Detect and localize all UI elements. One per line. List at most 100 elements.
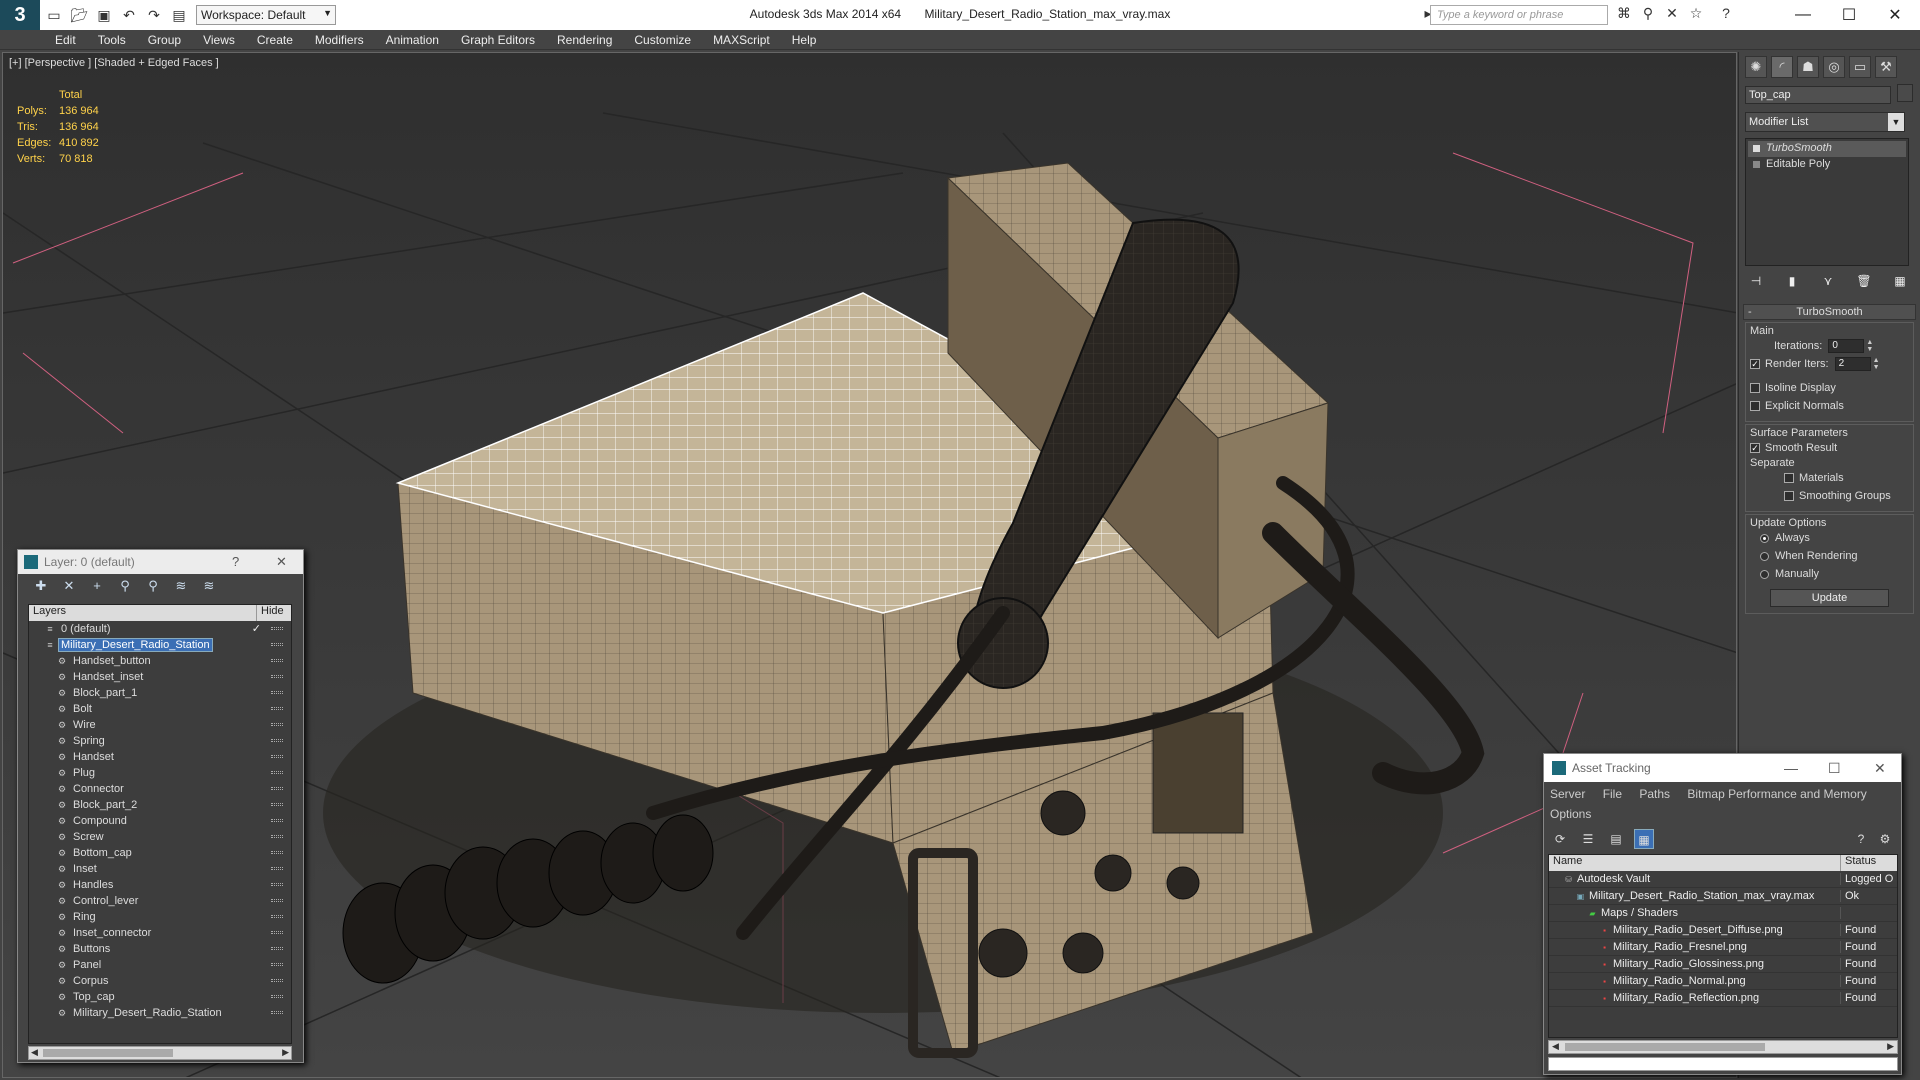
pin-stack-icon[interactable]: ⊣ (1747, 274, 1765, 292)
object-name-input[interactable]: Top_cap (1745, 86, 1891, 104)
list-view-icon[interactable]: ☰ (1578, 829, 1598, 849)
hide-column-header[interactable]: Hide (257, 605, 291, 621)
menu-graph-editors[interactable]: Graph Editors (461, 33, 535, 47)
help-icon[interactable]: ? (1716, 5, 1736, 25)
workspace-select[interactable]: Workspace: Default ▼ (196, 5, 336, 25)
asset-menu-options[interactable]: Options (1550, 807, 1591, 821)
hide-toggle[interactable] (271, 899, 283, 902)
asset-menu-paths[interactable]: Paths (1639, 787, 1670, 801)
search-input[interactable]: Type a keyword or phrase (1430, 5, 1608, 25)
hide-toggle[interactable] (271, 867, 283, 870)
asset-row[interactable]: ⛁ Autodesk Vault Logged O (1549, 871, 1897, 888)
current-layer-check-icon[interactable]: ✓ (252, 622, 261, 635)
menu-rendering[interactable]: Rendering (557, 33, 612, 47)
materials-checkbox[interactable] (1784, 473, 1794, 483)
layer-object-row[interactable]: ⚙ Top_cap (29, 989, 291, 1005)
delete-layer-icon[interactable]: ✕ (60, 578, 78, 596)
layer-object-row[interactable]: ⚙ Connector (29, 781, 291, 797)
utilities-tab-icon[interactable]: ⚒ (1875, 56, 1897, 78)
minimize-icon[interactable]: — (1784, 760, 1798, 776)
expand-icon[interactable] (1753, 161, 1760, 168)
isoline-checkbox[interactable] (1750, 383, 1760, 393)
scroll-right-icon[interactable]: ▶ (1887, 1041, 1894, 1052)
undo-icon[interactable]: ↶ (118, 4, 140, 26)
hide-toggle[interactable] (271, 947, 283, 950)
hide-all-icon[interactable]: ≋ (172, 578, 190, 596)
layer-row[interactable]: ≡ 0 (default) ✓ (29, 621, 291, 637)
turbosmooth-rollout-header[interactable]: - TurboSmooth (1743, 304, 1916, 320)
motion-tab-icon[interactable]: ◎ (1823, 56, 1845, 78)
hide-toggle[interactable] (271, 883, 283, 886)
hide-toggle[interactable] (271, 1011, 283, 1014)
close-icon[interactable]: ✕ (276, 554, 287, 570)
always-radio[interactable] (1760, 533, 1769, 543)
menu-help[interactable]: Help (792, 33, 817, 47)
hide-toggle[interactable] (271, 771, 283, 774)
hide-toggle[interactable] (271, 643, 283, 646)
hide-toggle[interactable] (271, 835, 283, 838)
name-column-header[interactable]: Name (1549, 855, 1841, 871)
asset-row[interactable]: ▪ Military_Radio_Reflection.png Found (1549, 990, 1897, 1007)
stack-item-turbosmooth[interactable]: TurboSmooth (1748, 141, 1906, 157)
asset-row[interactable]: ▪ Military_Radio_Normal.png Found (1549, 973, 1897, 990)
hide-toggle[interactable] (271, 723, 283, 726)
close-button[interactable]: ✕ (1872, 0, 1918, 30)
layer-object-row[interactable]: ⚙ Block_part_1 (29, 685, 291, 701)
hide-toggle[interactable] (271, 803, 283, 806)
layer-object-row[interactable]: ⚙ Inset (29, 861, 291, 877)
update-button[interactable]: Update (1770, 589, 1889, 607)
select-objects-icon[interactable]: ⚲ (116, 578, 134, 596)
hide-toggle[interactable] (271, 915, 283, 918)
layer-object-row[interactable]: ⚙ Plug (29, 765, 291, 781)
hide-toggle[interactable] (271, 851, 283, 854)
hide-toggle[interactable] (271, 739, 283, 742)
asset-row[interactable]: ▪ Military_Radio_Desert_Diffuse.png Found (1549, 922, 1897, 939)
scroll-left-icon[interactable]: ◀ (1552, 1041, 1559, 1052)
open-file-icon[interactable]: 📂︎ (68, 4, 90, 26)
scroll-right-icon[interactable]: ▶ (282, 1047, 289, 1058)
hide-toggle[interactable] (271, 963, 283, 966)
layer-dialog-titlebar[interactable]: Layer: 0 (default) ? ✕ (18, 550, 303, 574)
status-column-header[interactable]: Status (1841, 855, 1897, 871)
layer-object-row[interactable]: ⚙ Panel (29, 957, 291, 973)
layer-object-row[interactable]: ⚙ Handles (29, 877, 291, 893)
layer-object-row[interactable]: ⚙ Compound (29, 813, 291, 829)
hide-toggle[interactable] (271, 627, 283, 630)
help-icon[interactable]: ? (232, 554, 239, 569)
help-icon[interactable]: ? (1851, 829, 1871, 849)
menu-group[interactable]: Group (148, 33, 181, 47)
asset-row[interactable]: ▪ Military_Radio_Glossiness.png Found (1549, 956, 1897, 973)
refresh-icon[interactable]: ⟳ (1550, 829, 1570, 849)
show-end-result-icon[interactable]: ▮ (1783, 274, 1801, 292)
close-icon[interactable]: ✕ (1874, 760, 1886, 777)
hide-toggle[interactable] (271, 707, 283, 710)
highlight-layer-icon[interactable]: ⚲ (144, 578, 162, 596)
layer-object-row[interactable]: ⚙ Bolt (29, 701, 291, 717)
hide-toggle[interactable] (271, 787, 283, 790)
layer-object-row[interactable]: ⚙ Ring (29, 909, 291, 925)
asset-menu-server[interactable]: Server (1550, 787, 1585, 801)
make-unique-icon[interactable]: ⋎ (1819, 274, 1837, 292)
layer-object-row[interactable]: ⚙ Handset_button (29, 653, 291, 669)
maximize-button[interactable]: ☐ (1826, 0, 1872, 30)
freeze-all-icon[interactable]: ≋ (200, 578, 218, 596)
smoothing-groups-checkbox[interactable] (1784, 491, 1794, 501)
hide-toggle[interactable] (271, 995, 283, 998)
viewport-label[interactable]: [+] [Perspective ] [Shaded + Edged Faces… (9, 57, 219, 69)
hide-toggle[interactable] (271, 675, 283, 678)
hide-toggle[interactable] (271, 979, 283, 982)
menu-tools[interactable]: Tools (98, 33, 126, 47)
binoculars-icon[interactable]: ⌘ (1614, 5, 1634, 25)
menu-customize[interactable]: Customize (634, 33, 691, 47)
create-tab-icon[interactable]: ✺ (1745, 56, 1767, 78)
manually-radio[interactable] (1760, 569, 1769, 579)
project-folder-icon[interactable]: ▤ (168, 4, 190, 26)
communication-icon[interactable]: ✕ (1662, 5, 1682, 25)
save-file-icon[interactable]: ▣ (93, 4, 115, 26)
hide-toggle[interactable] (271, 755, 283, 758)
lightbulb-icon[interactable] (1753, 145, 1760, 152)
layer-horizontal-scrollbar[interactable]: ◀ ▶ (28, 1046, 292, 1060)
render-iters-checkbox[interactable]: ✓ (1750, 359, 1760, 369)
scrollbar-thumb[interactable] (1565, 1043, 1765, 1051)
favorites-icon[interactable]: ☆ (1686, 5, 1706, 25)
